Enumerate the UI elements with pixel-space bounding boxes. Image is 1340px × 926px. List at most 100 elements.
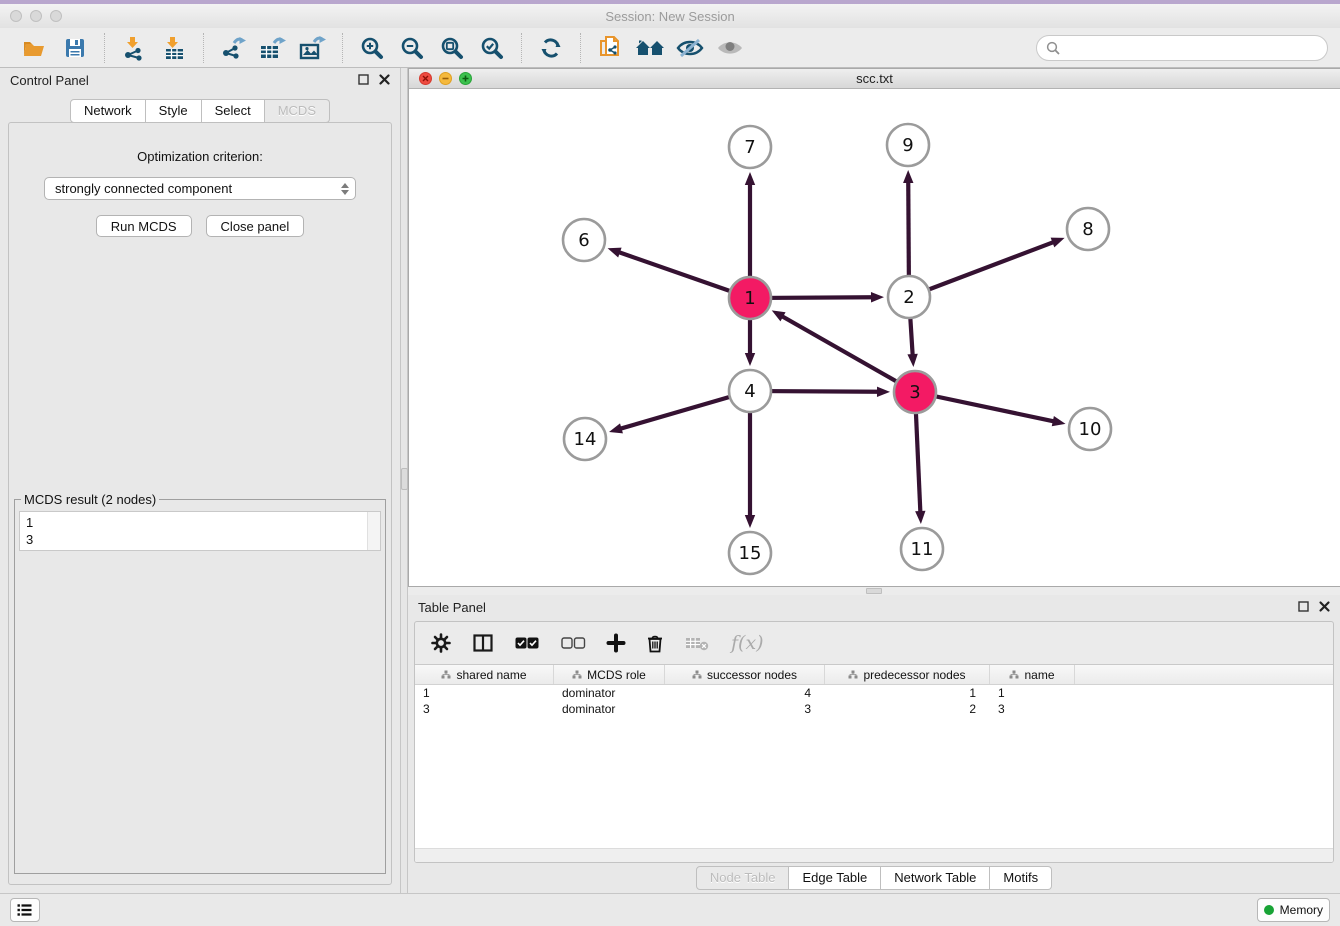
eye-icon[interactable] (713, 32, 747, 64)
network-zoom-button[interactable] (459, 72, 472, 85)
network-minimize-button[interactable] (439, 72, 452, 85)
deselect-all-checks-icon[interactable] (561, 637, 585, 649)
horizontal-splitter[interactable] (408, 587, 1340, 595)
optimization-criterion-label: Optimization criterion: (137, 149, 263, 164)
zoom-out-icon[interactable] (395, 32, 429, 64)
graph-edge-1-6[interactable] (608, 248, 750, 298)
table-cell[interactable]: 1 (990, 685, 1075, 701)
network-close-button[interactable] (419, 72, 432, 85)
network-canvas[interactable]: 7 9 6 8 1 2 4 3 14 10 15 11 (409, 89, 1340, 586)
table-cell[interactable]: dominator (554, 701, 665, 717)
close-window-button[interactable] (10, 10, 22, 22)
graph-edge-3-10[interactable] (915, 392, 1066, 426)
window-titlebar: Session: New Session (0, 4, 1340, 28)
refresh-icon[interactable] (534, 32, 568, 64)
table-horizontal-scrollbar[interactable] (415, 848, 1333, 862)
column-type-icon (441, 670, 451, 679)
gear-icon[interactable] (431, 633, 451, 653)
two-pane-icon[interactable] (473, 634, 493, 652)
app-window: Session: New Session (0, 0, 1340, 926)
network-window-title: scc.txt (856, 71, 893, 86)
node-table: shared nameMCDS rolesuccessor nodesprede… (415, 664, 1333, 862)
result-scrollbar[interactable] (367, 512, 380, 550)
graph-node-10[interactable]: 10 (1069, 408, 1111, 450)
delete-column-icon[interactable] (647, 634, 663, 653)
column-header-MCDS-role[interactable]: MCDS role (554, 665, 665, 684)
double-house-icon[interactable] (633, 32, 667, 64)
tab-network[interactable]: Network (70, 99, 146, 123)
graph-node-4[interactable]: 4 (729, 370, 771, 412)
graph-node-6[interactable]: 6 (563, 219, 605, 261)
save-session-icon[interactable] (58, 32, 92, 64)
add-column-icon[interactable] (607, 634, 625, 652)
table-cell[interactable]: 4 (665, 685, 825, 701)
table-row[interactable]: 1dominator411 (415, 685, 1333, 701)
memory-status-dot (1264, 905, 1274, 915)
close-panel-icon[interactable] (1319, 600, 1330, 615)
table-cell[interactable]: 3 (665, 701, 825, 717)
run-mcds-button[interactable]: Run MCDS (96, 215, 192, 237)
graph-edge-3-1[interactable] (772, 310, 915, 392)
select-all-checks-icon[interactable] (515, 637, 539, 649)
zoom-selected-icon[interactable] (475, 32, 509, 64)
minimize-window-button[interactable] (30, 10, 42, 22)
table-cell[interactable]: 2 (825, 701, 990, 717)
graph-node-1[interactable]: 1 (729, 277, 771, 319)
table-cell[interactable]: 1 (825, 685, 990, 701)
tab-node-table[interactable]: Node Table (696, 866, 790, 890)
close-panel-icon[interactable] (379, 73, 390, 88)
graph-edge-2-8[interactable] (909, 238, 1065, 297)
graph-node-9[interactable]: 9 (887, 124, 929, 166)
memory-button[interactable]: Memory (1257, 898, 1330, 922)
control-panel-tabs: NetworkStyleSelectMCDS (0, 99, 400, 123)
import-table-icon[interactable] (157, 32, 191, 64)
table-body: 1dominator4113dominator323 (415, 685, 1333, 717)
graph-node-11[interactable]: 11 (901, 528, 943, 570)
zoom-fit-icon[interactable] (435, 32, 469, 64)
float-panel-icon[interactable] (358, 73, 369, 88)
column-header-shared-name[interactable]: shared name (415, 665, 554, 684)
tab-network-table[interactable]: Network Table (881, 866, 990, 890)
open-session-icon[interactable] (18, 32, 52, 64)
mcds-result-list[interactable]: 1 3 (19, 511, 381, 551)
tab-edge-table[interactable]: Edge Table (789, 866, 881, 890)
tab-select[interactable]: Select (202, 99, 265, 123)
graph-node-15[interactable]: 15 (729, 532, 771, 574)
table-cell[interactable]: 3 (990, 701, 1075, 717)
graph-node-14[interactable]: 14 (564, 418, 606, 460)
table-row[interactable]: 3dominator323 (415, 701, 1333, 717)
network-graph[interactable]: 7 9 6 8 1 2 4 3 14 10 15 11 (409, 89, 1339, 583)
export-table-icon[interactable] (256, 32, 290, 64)
table-cell[interactable]: 3 (415, 701, 554, 717)
search-input[interactable] (1036, 35, 1328, 61)
tab-mcds[interactable]: MCDS (265, 99, 330, 123)
export-network-icon[interactable] (216, 32, 250, 64)
svg-text:9: 9 (902, 135, 913, 156)
export-image-icon[interactable] (296, 32, 330, 64)
zoom-in-icon[interactable] (355, 32, 389, 64)
splitter-grip[interactable] (401, 468, 408, 490)
table-cell[interactable]: 1 (415, 685, 554, 701)
column-header-name[interactable]: name (990, 665, 1075, 684)
criterion-select[interactable]: strongly connected component (44, 177, 356, 200)
documents-share-icon[interactable] (593, 32, 627, 64)
column-header-predecessor-nodes[interactable]: predecessor nodes (825, 665, 990, 684)
zoom-window-button[interactable] (50, 10, 62, 22)
function-builder-icon-disabled: f(x) (731, 632, 764, 654)
import-network-icon[interactable] (117, 32, 151, 64)
column-header-successor-nodes[interactable]: successor nodes (665, 665, 825, 684)
tab-style[interactable]: Style (146, 99, 202, 123)
graph-node-8[interactable]: 8 (1067, 208, 1109, 250)
close-panel-button[interactable]: Close panel (206, 215, 305, 237)
tab-motifs[interactable]: Motifs (990, 866, 1052, 890)
vertical-splitter[interactable] (400, 68, 408, 893)
graph-node-2[interactable]: 2 (888, 276, 930, 318)
graph-node-3[interactable]: 3 (894, 371, 936, 413)
table-cell[interactable]: dominator (554, 685, 665, 701)
task-history-button[interactable] (10, 898, 40, 922)
eye-slash-icon[interactable] (673, 32, 707, 64)
float-panel-icon[interactable] (1298, 600, 1309, 615)
graph-node-7[interactable]: 7 (729, 126, 771, 168)
table-tabs: Node TableEdge TableNetwork TableMotifs (408, 863, 1340, 893)
splitter-grip[interactable] (866, 588, 882, 594)
